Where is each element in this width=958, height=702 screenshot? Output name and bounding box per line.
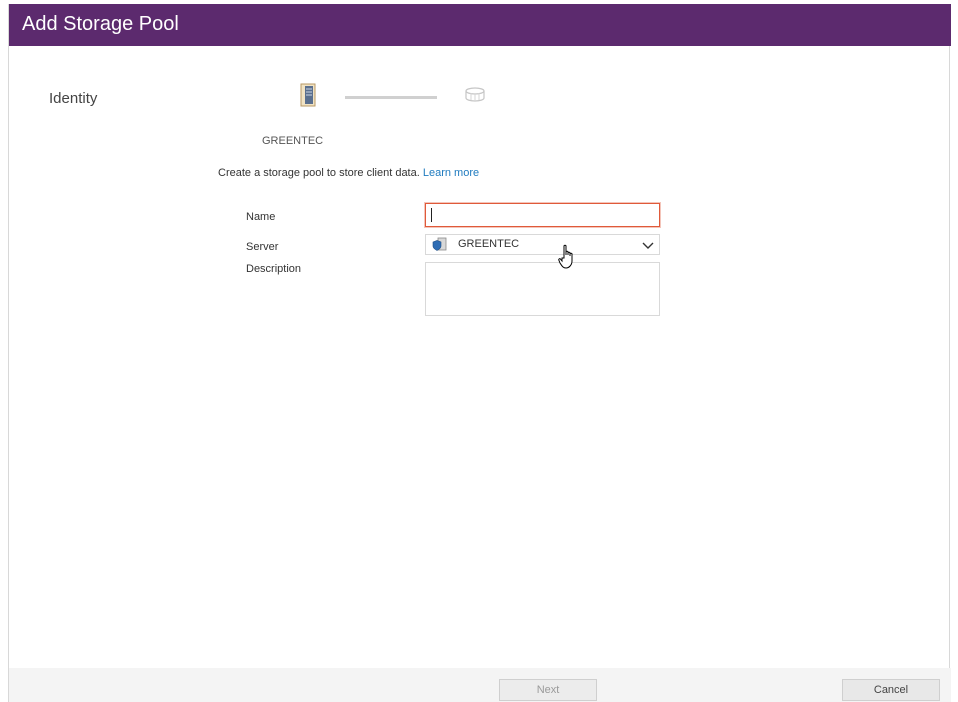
server-icon bbox=[295, 82, 321, 113]
wizard-progress bbox=[295, 82, 505, 114]
dialog-title: Add Storage Pool bbox=[22, 13, 179, 35]
hand-pointer-icon bbox=[558, 244, 578, 275]
footer-bar: Next Cancel bbox=[9, 668, 951, 702]
server-shield-icon bbox=[432, 237, 448, 257]
server-dropdown[interactable]: GREENTEC bbox=[425, 234, 660, 255]
server-label: Server bbox=[246, 241, 279, 253]
learn-more-link[interactable]: Learn more bbox=[423, 167, 479, 179]
dialog-window: Add Storage Pool Identity GREENTEC Creat… bbox=[8, 4, 951, 702]
next-button[interactable]: Next bbox=[499, 679, 597, 701]
description-label: Description bbox=[246, 263, 302, 275]
description-textarea[interactable] bbox=[425, 262, 660, 316]
text-caret bbox=[431, 208, 432, 222]
name-label: Name bbox=[246, 211, 276, 223]
intro-description: Create a storage pool to store client da… bbox=[218, 167, 420, 179]
name-input[interactable] bbox=[425, 203, 660, 227]
intro-text: Create a storage pool to store client da… bbox=[218, 167, 479, 179]
progress-line bbox=[345, 96, 437, 99]
step-label-identity: Identity bbox=[49, 90, 98, 107]
storage-pool-icon bbox=[463, 86, 487, 109]
selected-server-name: GREENTEC bbox=[262, 135, 324, 147]
server-dropdown-value: GREENTEC bbox=[458, 238, 520, 250]
title-bar: Add Storage Pool bbox=[9, 4, 951, 46]
cancel-button[interactable]: Cancel bbox=[842, 679, 940, 701]
chevron-down-icon bbox=[641, 239, 655, 257]
